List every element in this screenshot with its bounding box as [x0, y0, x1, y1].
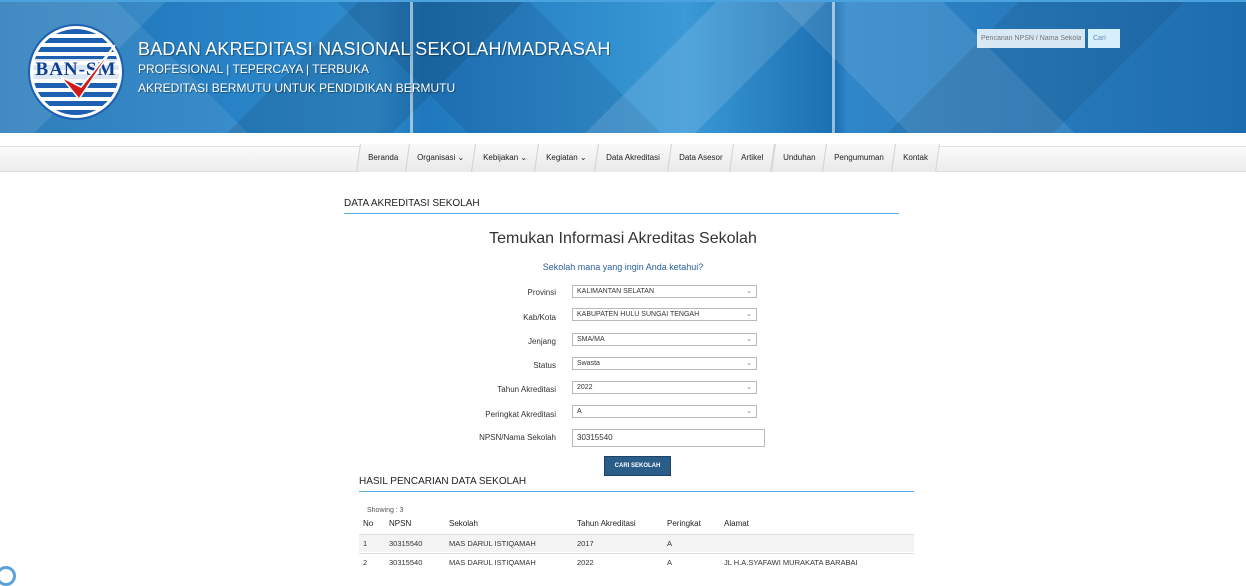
- cari-sekolah-button[interactable]: CARI SEKOLAH: [604, 456, 671, 476]
- nav-item-organisasi[interactable]: Organisasi ⌄: [405, 144, 477, 172]
- jenjang-value: SMA/MA: [577, 336, 605, 343]
- page-heading: Temukan Informasi Akreditas Sekolah: [489, 230, 757, 247]
- kabkota-select[interactable]: KABUPATEN HULU SUNGAI TENGAH ⌄: [572, 308, 757, 321]
- cell-peringkat: A: [667, 558, 673, 567]
- nav-item-artikel[interactable]: Artikel: [729, 144, 776, 172]
- nav-label: Kontak: [902, 153, 928, 162]
- status-label: Status: [533, 361, 556, 370]
- nav-label: Artikel: [741, 153, 764, 162]
- cell-alamat: JL H.A.SYAFAWI MURAKATA BARABAI: [724, 558, 858, 567]
- chevron-down-icon: ⌄: [746, 384, 752, 391]
- cell-no: 2: [363, 558, 368, 567]
- tahun-value: 2022: [577, 384, 593, 391]
- main-nav: Beranda Organisasi ⌄ Kebijakan ⌄ Kegiata…: [356, 144, 940, 172]
- nav-label: Data Asesor: [678, 153, 723, 162]
- table-row[interactable]: [359, 534, 914, 552]
- chevron-down-icon: ⌄: [746, 311, 752, 318]
- cell-tahun: 2022: [577, 558, 594, 567]
- results-title: HASIL PENCARIAN DATA SEKOLAH: [359, 476, 914, 492]
- nav-label: Organisasi ⌄: [417, 153, 465, 162]
- peringkat-select[interactable]: A ⌄: [572, 405, 757, 418]
- npsn-label: NPSN/Nama Sekolah: [479, 433, 556, 442]
- nav-label: Pengumuman: [834, 153, 884, 162]
- nav-item-data-akreditasi[interactable]: Data Akreditasi: [594, 144, 672, 172]
- cell-sekolah: MAS DARUL ISTIQAMAH: [449, 539, 536, 548]
- site-tagline: PROFESIONAL | TEPERCAYA | TERBUKA: [138, 62, 369, 76]
- chevron-down-icon: ⌄: [746, 336, 752, 343]
- status-value: Swasta: [577, 360, 600, 367]
- header-banner: BAN-SM BADAN AKREDITASI NASIONAL SEKOLAH…: [0, 0, 1246, 133]
- page-subheading: Sekolah mana yang ingin Anda ketahui?: [542, 262, 704, 272]
- provinsi-select[interactable]: KALIMANTAN SELATAN ⌄: [572, 285, 757, 298]
- nav-item-pengumuman[interactable]: Pengumuman: [822, 144, 896, 172]
- npsn-input[interactable]: 30315540: [572, 429, 765, 447]
- search-input[interactable]: [977, 29, 1085, 48]
- cell-npsn: 30315540: [389, 539, 423, 548]
- nav-item-unduhan[interactable]: Unduhan: [770, 144, 828, 172]
- column-header-no: No: [363, 519, 374, 528]
- column-header-sekolah: Sekolah: [449, 519, 478, 528]
- nav-label: Kegiatan ⌄: [546, 153, 588, 162]
- banner-seam: [832, 2, 835, 133]
- cell-sekolah: MAS DARUL ISTIQAMAH: [449, 558, 536, 567]
- chevron-down-icon: ⌄: [746, 288, 752, 295]
- jenjang-label: Jenjang: [527, 337, 556, 346]
- search-button[interactable]: Cari: [1088, 29, 1120, 48]
- status-select[interactable]: Swasta ⌄: [572, 357, 757, 370]
- nav-item-kegiatan[interactable]: Kegiatan ⌄: [534, 144, 599, 172]
- column-header-alamat: Alamat: [724, 519, 749, 528]
- cell-peringkat: A: [667, 539, 673, 548]
- tahun-select[interactable]: 2022 ⌄: [572, 381, 757, 394]
- results-count: Showing : 3: [367, 507, 404, 514]
- provinsi-value: KALIMANTAN SELATAN: [577, 288, 655, 295]
- column-header-tahun: Tahun Akreditasi: [577, 519, 636, 528]
- column-header-npsn: NPSN: [389, 519, 412, 528]
- kabkota-value: KABUPATEN HULU SUNGAI TENGAH: [577, 311, 700, 318]
- site-motto: AKREDITASI BERMUTU UNTUK PENDIDIKAN BERM…: [138, 81, 456, 95]
- nav-label: Data Akreditasi: [606, 153, 660, 162]
- tahun-label: Tahun Akreditasi: [497, 385, 556, 394]
- nav-item-kontak[interactable]: Kontak: [890, 144, 940, 172]
- provinsi-label: Provinsi: [527, 288, 556, 297]
- cell-tahun: 2017: [577, 539, 594, 548]
- section-title: DATA AKREDITASI SEKOLAH: [344, 198, 899, 214]
- nav-label: Unduhan: [782, 153, 816, 162]
- nav-item-kebijakan[interactable]: Kebijakan ⌄: [471, 144, 540, 172]
- checkmark-icon: [60, 44, 116, 101]
- peringkat-value: A: [577, 408, 582, 415]
- cell-npsn: 30315540: [389, 558, 423, 567]
- site-logo[interactable]: BAN-SM: [30, 26, 122, 118]
- nav-label: Kebijakan ⌄: [483, 153, 528, 162]
- chevron-down-icon: ⌄: [746, 408, 752, 415]
- kabkota-label: Kab/Kota: [523, 313, 556, 322]
- nav-item-beranda[interactable]: Beranda: [356, 144, 411, 172]
- cell-no: 1: [363, 539, 368, 548]
- chevron-down-icon: ⌄: [746, 360, 752, 367]
- site-title: BADAN AKREDITASI NASIONAL SEKOLAH/MADRAS…: [138, 39, 611, 59]
- peringkat-label: Peringkat Akreditasi: [485, 410, 556, 419]
- chat-widget-icon[interactable]: [0, 566, 16, 586]
- banner-seam: [410, 2, 413, 133]
- column-header-peringkat: Peringkat: [667, 519, 701, 528]
- jenjang-select[interactable]: SMA/MA ⌄: [572, 333, 757, 346]
- nav-item-data-asesor[interactable]: Data Asesor: [666, 144, 735, 172]
- nav-label: Beranda: [368, 153, 399, 162]
